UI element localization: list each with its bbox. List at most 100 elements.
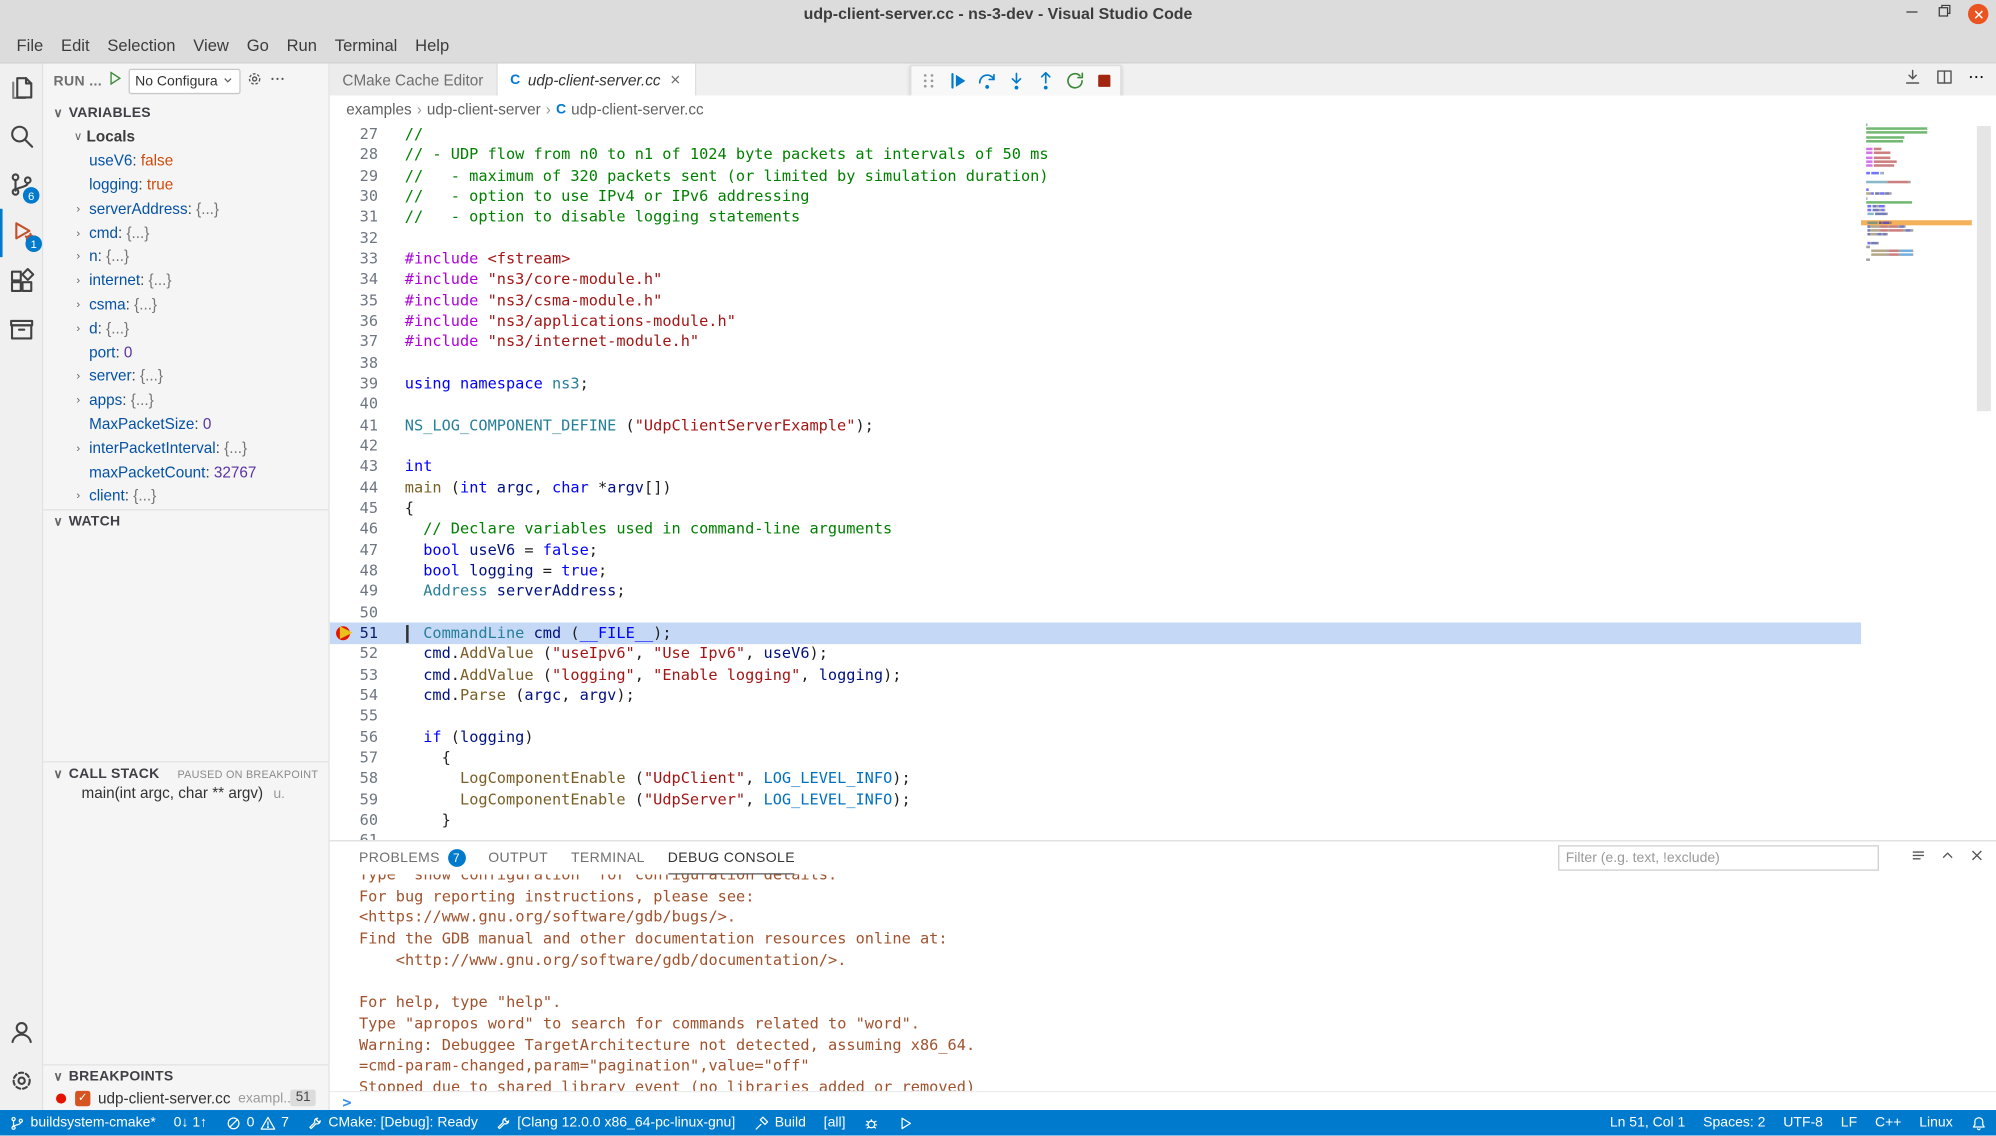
- menu-go[interactable]: Go: [238, 31, 278, 59]
- menu-terminal[interactable]: Terminal: [326, 31, 406, 59]
- activity-account[interactable]: [0, 1008, 43, 1056]
- variable-row[interactable]: ›client: {...}: [43, 484, 328, 508]
- line-number[interactable]: 44: [330, 477, 378, 498]
- line-number[interactable]: 38: [330, 352, 378, 373]
- close-tab-icon[interactable]: [668, 73, 682, 87]
- variables-section-header[interactable]: ∨ VARIABLES: [43, 102, 328, 125]
- maximize-panel-icon[interactable]: [1939, 846, 1957, 870]
- menu-file[interactable]: File: [8, 31, 52, 59]
- line-number[interactable]: 53: [330, 664, 378, 685]
- variable-row[interactable]: useV6: false: [43, 149, 328, 173]
- line-number[interactable]: 28: [330, 144, 378, 165]
- chevron-collapsed-icon[interactable]: ›: [76, 274, 89, 287]
- breadcrumb-item[interactable]: udp-client-server: [427, 101, 541, 119]
- breakpoint-checkbox[interactable]: ✓: [75, 1090, 90, 1105]
- status-build[interactable]: Build: [744, 1110, 815, 1135]
- watch-section-header[interactable]: ∨ WATCH: [43, 509, 328, 533]
- line-number[interactable]: 55: [330, 706, 378, 727]
- status-buildsystem-cmake[interactable]: buildsystem-cmake*: [0, 1110, 165, 1135]
- debug-continue-button[interactable]: [945, 68, 970, 93]
- status-warning[interactable]: 07: [216, 1110, 298, 1135]
- breadcrumb-item[interactable]: udp-client-server.cc: [571, 101, 703, 119]
- debug-step-out-button[interactable]: [1032, 68, 1057, 93]
- line-number[interactable]: 33: [330, 248, 378, 269]
- line-number[interactable]: 46: [330, 518, 378, 539]
- split-editor-action[interactable]: [1935, 67, 1954, 92]
- status-ln-51-col-1[interactable]: Ln 51, Col 1: [1601, 1110, 1694, 1135]
- variables-scope-row[interactable]: ∨Locals: [43, 125, 328, 149]
- activity-run-and-debug[interactable]: 1: [0, 209, 46, 257]
- variable-row[interactable]: ›internet: {...}: [43, 268, 328, 292]
- minimap[interactable]: [1861, 123, 1972, 840]
- chevron-collapsed-icon[interactable]: ›: [76, 250, 89, 263]
- line-number[interactable]: 29: [330, 165, 378, 186]
- status-0-1[interactable]: 0↓ 1↑: [165, 1110, 216, 1135]
- chevron-collapsed-icon[interactable]: ›: [76, 322, 89, 335]
- variable-row[interactable]: ›server: {...}: [43, 364, 328, 388]
- variable-row[interactable]: ›n: {...}: [43, 244, 328, 268]
- status-linux[interactable]: Linux: [1910, 1110, 1961, 1135]
- line-number[interactable]: 49: [330, 581, 378, 602]
- code-editor[interactable]: 27//28// - UDP flow from n0 to n1 of 102…: [330, 123, 1996, 840]
- line-number[interactable]: 41: [330, 415, 378, 436]
- activity-settings[interactable]: [0, 1057, 43, 1105]
- variable-row[interactable]: ›apps: {...}: [43, 388, 328, 412]
- line-number[interactable]: 35: [330, 290, 378, 311]
- variable-row[interactable]: port: 0: [43, 340, 328, 364]
- debug-restart-button[interactable]: [1062, 68, 1087, 93]
- line-number[interactable]: 52: [330, 643, 378, 664]
- menu-run[interactable]: Run: [278, 31, 326, 59]
- variable-row[interactable]: ›cmd: {...}: [43, 220, 328, 244]
- variable-row[interactable]: maxPacketCount: 32767: [43, 460, 328, 484]
- close-panel-icon[interactable]: [1968, 846, 1986, 870]
- line-number[interactable]: 47: [330, 539, 378, 560]
- breakpoints-section-header[interactable]: ∨ BREAKPOINTS: [43, 1064, 328, 1088]
- tab-cmake-cache-editor[interactable]: CMake Cache Editor: [330, 64, 498, 96]
- status-bell[interactable]: [1962, 1110, 1996, 1135]
- status-cmake-debug-ready[interactable]: CMake: [Debug]: Ready: [298, 1110, 487, 1135]
- line-number[interactable]: 39: [330, 373, 378, 394]
- minimize-icon[interactable]: [1903, 2, 1921, 26]
- status-clang-12-0-0-x86-64-pc-linux-gnu[interactable]: [Clang 12.0.0 x86_64-pc-linux-gnu]: [487, 1110, 744, 1135]
- line-number[interactable]: 42: [330, 435, 378, 456]
- line-number[interactable]: 30: [330, 186, 378, 207]
- debug-step-into-button[interactable]: [1003, 68, 1028, 93]
- status-utf-8[interactable]: UTF-8: [1774, 1110, 1832, 1135]
- activity-explorer[interactable]: [0, 64, 43, 112]
- line-number[interactable]: 48: [330, 560, 378, 581]
- call-stack-section-header[interactable]: ∨ CALL STACK PAUSED ON BREAKPOINT: [43, 761, 328, 785]
- line-number[interactable]: 43: [330, 456, 378, 477]
- line-number[interactable]: 40: [330, 394, 378, 415]
- line-number[interactable]: 59: [330, 789, 378, 810]
- breakpoint-list-item[interactable]: ✓ udp-client-server.cc exampl... 51: [43, 1087, 328, 1109]
- activity-archive[interactable]: [0, 306, 43, 354]
- debug-step-over-button[interactable]: [974, 68, 999, 93]
- line-number[interactable]: 45: [330, 498, 378, 519]
- status-play[interactable]: [889, 1110, 923, 1135]
- status-all[interactable]: [all]: [815, 1110, 855, 1135]
- debug-settings-gear-icon[interactable]: [246, 69, 264, 93]
- activity-search[interactable]: [0, 112, 43, 160]
- menu-edit[interactable]: Edit: [52, 31, 98, 59]
- menu-selection[interactable]: Selection: [98, 31, 184, 59]
- close-icon[interactable]: [1968, 4, 1988, 24]
- line-number[interactable]: 27: [330, 123, 378, 144]
- chevron-collapsed-icon[interactable]: ›: [76, 441, 89, 454]
- line-number[interactable]: 61: [330, 830, 378, 840]
- console-options-icon[interactable]: [1909, 846, 1927, 870]
- menu-view[interactable]: View: [184, 31, 237, 59]
- chevron-collapsed-icon[interactable]: ›: [76, 226, 89, 239]
- console-filter-input[interactable]: [1558, 845, 1879, 870]
- chevron-collapsed-icon[interactable]: ›: [76, 394, 89, 407]
- line-number[interactable]: 58: [330, 768, 378, 789]
- variable-row[interactable]: logging: true: [43, 173, 328, 197]
- status-c[interactable]: C++: [1866, 1110, 1910, 1135]
- chevron-collapsed-icon[interactable]: ›: [76, 489, 89, 502]
- chevron-collapsed-icon[interactable]: ›: [76, 298, 89, 311]
- start-debugging-icon[interactable]: [107, 70, 124, 93]
- line-number[interactable]: 31: [330, 207, 378, 228]
- debug-stop-button[interactable]: [1091, 68, 1116, 93]
- editor-run-action[interactable]: [1903, 67, 1922, 92]
- line-number[interactable]: 32: [330, 227, 378, 248]
- line-number[interactable]: 50: [330, 602, 378, 623]
